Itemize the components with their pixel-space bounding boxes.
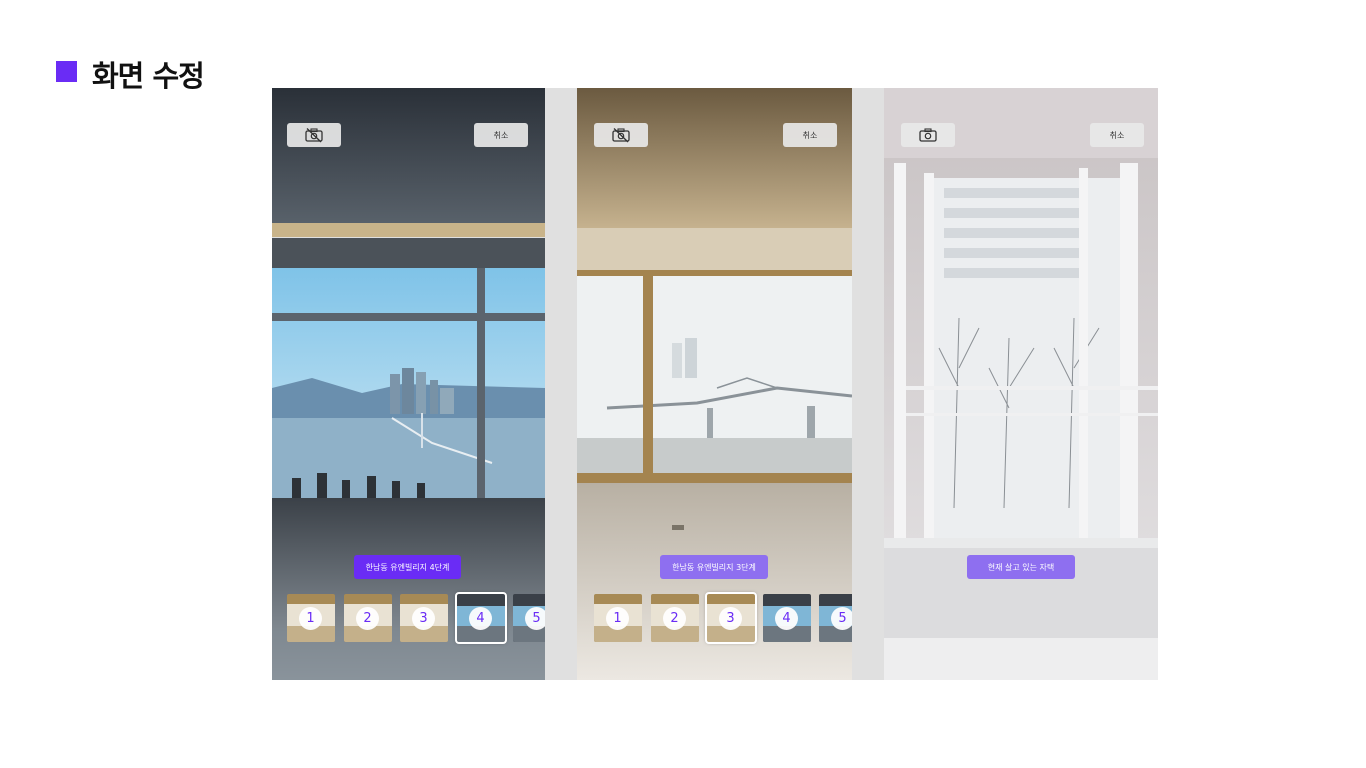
view-background-image bbox=[884, 88, 1158, 680]
thumbnail-2[interactable]: 2 bbox=[344, 594, 392, 642]
thumbnail-1[interactable]: 1 bbox=[594, 594, 642, 642]
thumbnail-4[interactable]: 4 bbox=[763, 594, 811, 642]
cancel-button[interactable]: 취소 bbox=[783, 123, 837, 147]
camera-icon bbox=[919, 128, 937, 142]
thumbnail-5[interactable]: 5 bbox=[513, 594, 545, 642]
thumbnail-number: 2 bbox=[356, 607, 379, 630]
thumbnail-4[interactable]: 4 bbox=[455, 592, 507, 644]
screens-strip: 취소 한남동 유엔빌리지 4단계 1 2 3 4 5 취소 한남동 유엔빌리지 … bbox=[272, 88, 1158, 680]
thumbnail-3[interactable]: 3 bbox=[400, 594, 448, 642]
thumbnail-number: 4 bbox=[469, 607, 492, 630]
camera-toggle-button[interactable] bbox=[901, 123, 955, 147]
cancel-button[interactable]: 취소 bbox=[474, 123, 528, 147]
thumbnail-strip: 1 2 3 4 5 bbox=[287, 592, 545, 644]
camera-off-icon bbox=[612, 128, 630, 143]
view-background-image bbox=[577, 88, 852, 680]
screen-current-home-view: 취소 현재 살고 있는 자택 bbox=[884, 88, 1158, 680]
thumbnail-number: 3 bbox=[412, 607, 435, 630]
page-title: 화면 수정 bbox=[92, 59, 205, 93]
thumbnail-number: 5 bbox=[525, 607, 545, 630]
thumbnail-number: 1 bbox=[299, 607, 322, 630]
camera-off-icon bbox=[305, 128, 323, 143]
thumbnail-number: 1 bbox=[606, 607, 629, 630]
thumbnail-2[interactable]: 2 bbox=[651, 594, 699, 642]
title-marker bbox=[56, 61, 77, 82]
thumbnail-3[interactable]: 3 bbox=[705, 592, 757, 644]
thumbnail-strip: 1 2 3 4 5 bbox=[594, 592, 852, 644]
thumbnail-number: 5 bbox=[831, 607, 852, 630]
thumbnail-5[interactable]: 5 bbox=[819, 594, 852, 642]
thumbnail-number: 2 bbox=[663, 607, 686, 630]
thumbnail-1[interactable]: 1 bbox=[287, 594, 335, 642]
cancel-button[interactable]: 취소 bbox=[1090, 123, 1144, 147]
location-label: 한남동 유엔빌리지 4단계 bbox=[354, 555, 461, 579]
location-label: 한남동 유엔빌리지 3단계 bbox=[660, 555, 768, 579]
location-label: 현재 살고 있는 자택 bbox=[967, 555, 1075, 579]
screen-3rd-stage-view: 취소 한남동 유엔빌리지 3단계 1 2 3 4 5 bbox=[577, 88, 852, 680]
thumbnail-number: 3 bbox=[719, 607, 742, 630]
camera-toggle-button[interactable] bbox=[287, 123, 341, 147]
camera-toggle-button[interactable] bbox=[594, 123, 648, 147]
thumbnail-number: 4 bbox=[775, 607, 798, 630]
screen-4th-stage-view: 취소 한남동 유엔빌리지 4단계 1 2 3 4 5 bbox=[272, 88, 545, 680]
view-background-image bbox=[272, 88, 545, 680]
